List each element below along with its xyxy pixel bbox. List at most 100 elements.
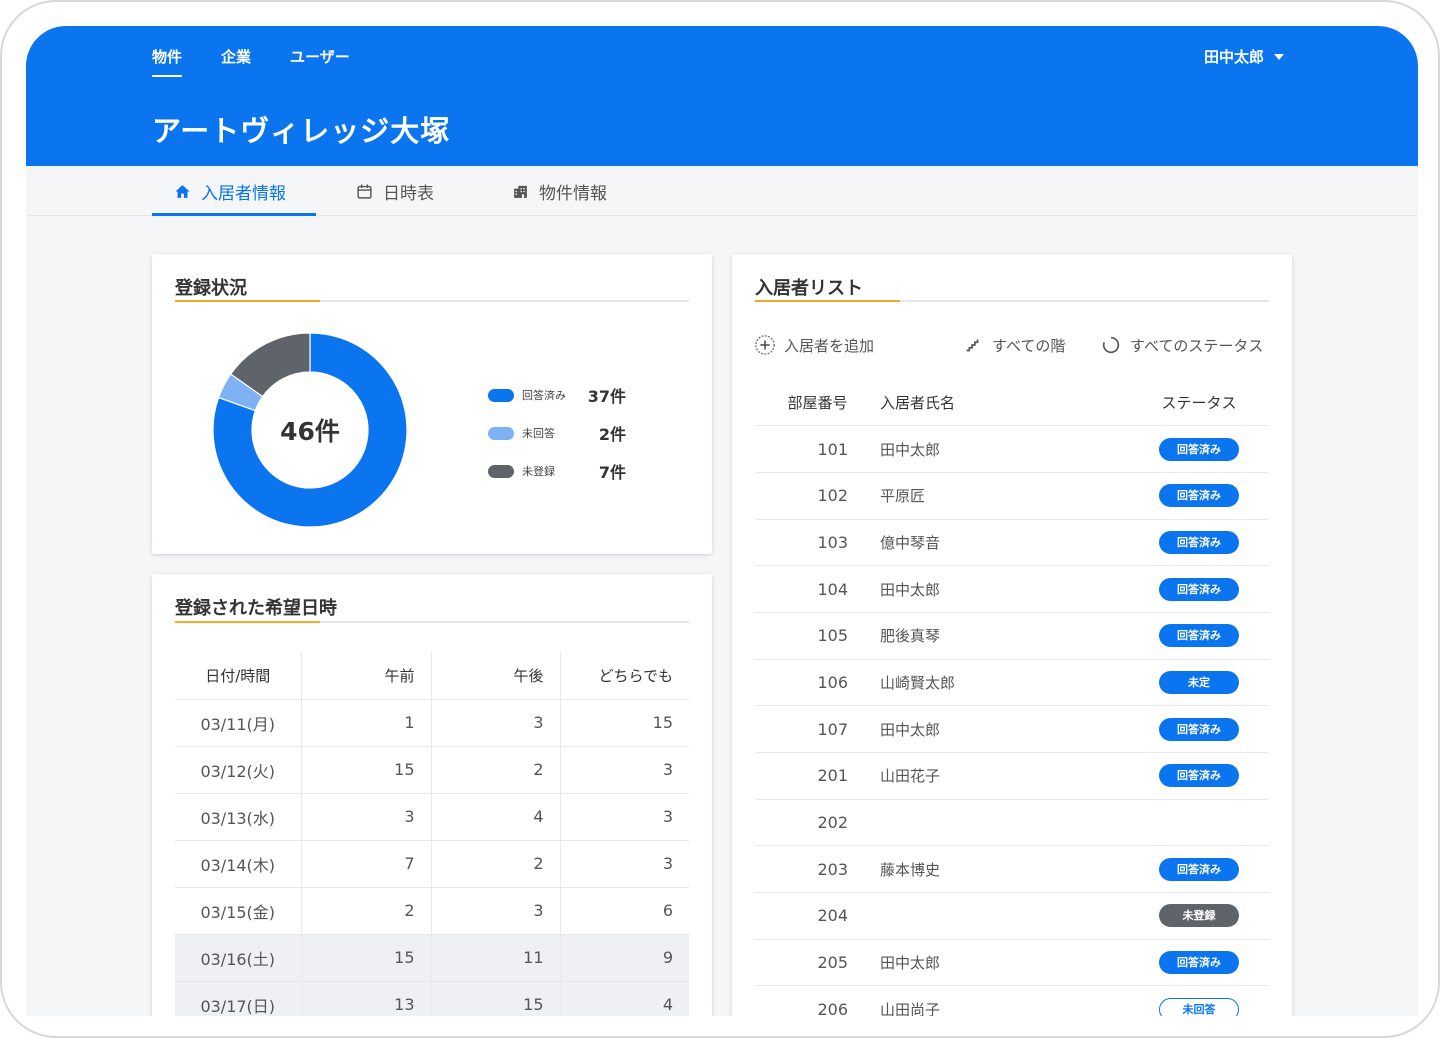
legend-row-answered: 回答済み 37件	[488, 383, 626, 407]
room-number: 204	[755, 892, 880, 940]
status-cell: 未回答	[1129, 985, 1269, 1016]
resident-name: 田中太郎	[880, 425, 1129, 473]
table-row[interactable]: 107 田中太郎 回答済み	[755, 705, 1269, 753]
card-title: 入居者リスト	[755, 278, 863, 299]
table-row[interactable]: 104 田中太郎 回答済み	[755, 565, 1269, 613]
floor-filter[interactable]: すべての階	[962, 334, 1065, 356]
table-row[interactable]: 205 田中太郎 回答済み	[755, 939, 1269, 987]
caret-down-icon	[1274, 53, 1285, 60]
count-cell: 3	[430, 887, 560, 935]
status-cell: 回答済み	[1129, 472, 1269, 520]
table-row: 03/11(月) 1 3 15	[175, 699, 689, 747]
legend-swatch	[488, 426, 514, 440]
status-badge: 回答済み	[1159, 577, 1239, 601]
legend-label: 未回答	[522, 427, 555, 440]
table-row[interactable]: 103 億中琴音 回答済み	[755, 519, 1269, 567]
count-cell: 1	[300, 699, 431, 747]
table-row[interactable]: 106 山崎賢太郎 未定	[755, 659, 1269, 707]
date-cell: 03/12(火)	[175, 746, 301, 794]
table-row[interactable]: 101 田中太郎 回答済み	[755, 425, 1269, 473]
status-cell: 回答済み	[1129, 939, 1269, 987]
count-cell: 11	[430, 934, 560, 982]
table-row: 03/13(水) 3 4 3	[175, 793, 689, 841]
nav-item-users[interactable]: ユーザー	[290, 46, 350, 77]
status-badge: 回答済み	[1159, 717, 1239, 741]
date-cell: 03/13(水)	[175, 793, 301, 841]
tab-bar: 入居者情報 日時表 物件情報	[26, 166, 1418, 216]
count-cell: 4	[430, 793, 560, 841]
status-filter-label: すべてのステータス	[1130, 336, 1264, 355]
status-badge: 回答済み	[1159, 764, 1239, 788]
status-cell: 回答済み	[1129, 752, 1269, 800]
status-cell: 回答済み	[1129, 845, 1269, 894]
column-header: 午前	[300, 652, 431, 700]
legend-swatch	[488, 388, 514, 402]
table-row[interactable]: 204 未登録	[755, 892, 1269, 940]
count-cell: 15	[559, 699, 689, 747]
top-nav: 物件 企業 ユーザー	[152, 46, 350, 77]
tab-residents[interactable]: 入居者情報	[152, 166, 316, 216]
building-icon	[514, 185, 527, 198]
room-number: 103	[755, 519, 880, 567]
count-cell: 2	[300, 887, 431, 935]
add-resident-button[interactable]: 入居者を追加	[754, 334, 874, 356]
legend-label: 回答済み	[522, 389, 566, 402]
legend-row-unanswered: 未回答 2件	[488, 421, 626, 445]
resident-name: 肥後真琴	[880, 612, 1129, 660]
tab-label: 日時表	[383, 183, 434, 204]
status-cell: 回答済み	[1129, 425, 1269, 473]
count-cell: 7	[300, 840, 431, 888]
count-cell: 6	[559, 887, 689, 935]
legend-value: 37件	[587, 387, 626, 406]
table-row[interactable]: 203 藤本博史 回答済み	[755, 845, 1269, 894]
room-number: 203	[755, 845, 880, 894]
status-badge: 未定	[1159, 670, 1239, 694]
schedule-table: 日付/時間 午前 午後 どちらでも 03/11(月) 1 3 15 03/12(火) 15…	[175, 652, 689, 1016]
status-filter[interactable]: すべてのステータス	[1100, 334, 1263, 356]
status-badge: 回答済み	[1159, 484, 1239, 508]
date-cell: 03/17(日)	[175, 981, 301, 1016]
count-cell: 3	[559, 840, 689, 888]
tab-schedule[interactable]: 日時表	[356, 166, 434, 216]
legend-label: 未登録	[522, 465, 555, 478]
table-row[interactable]: 105 肥後真琴 回答済み	[755, 612, 1269, 660]
table-row[interactable]: 206 山田尚子 未回答	[755, 985, 1269, 1016]
date-cell: 03/14(木)	[175, 840, 301, 888]
home-icon	[175, 184, 190, 198]
room-number: 206	[755, 985, 880, 1016]
status-badge: 回答済み	[1159, 437, 1239, 461]
nav-item-properties[interactable]: 物件	[152, 46, 183, 77]
user-menu[interactable]: 田中太郎	[1204, 46, 1285, 67]
table-row[interactable]: 202	[755, 799, 1269, 847]
resident-name	[880, 892, 1129, 940]
table-row[interactable]: 201 山田花子 回答済み	[755, 752, 1269, 800]
status-cell: 回答済み	[1129, 519, 1269, 567]
nav-item-companies[interactable]: 企業	[221, 46, 251, 77]
status-cell: 回答済み	[1129, 705, 1269, 753]
column-header: ステータス	[1129, 379, 1269, 427]
card-title: 登録された希望日時	[175, 598, 337, 619]
status-badge: 回答済み	[1159, 857, 1239, 881]
resident-name: 平原匠	[880, 472, 1129, 520]
count-cell: 15	[430, 981, 560, 1016]
column-header: 日付/時間	[175, 652, 301, 700]
page-title: アートヴィレッジ大塚	[152, 114, 451, 148]
status-badge: 未登録	[1159, 904, 1239, 928]
schedule-card: 登録された希望日時 日付/時間 午前 午後 どちらでも 03/11(月) 1 3 15…	[152, 574, 712, 1016]
count-cell: 2	[430, 840, 560, 888]
room-number: 101	[755, 425, 880, 473]
count-cell: 3	[430, 699, 560, 747]
status-cell	[1129, 799, 1269, 847]
tab-property-info[interactable]: 物件情報	[512, 166, 607, 216]
user-name: 田中太郎	[1204, 48, 1265, 66]
date-cell: 03/15(金)	[175, 887, 301, 935]
status-badge: 回答済み	[1159, 530, 1239, 554]
tab-label: 物件情報	[539, 183, 607, 204]
stairs-icon	[966, 339, 979, 352]
card-divider	[175, 300, 689, 302]
card-title: 登録状況	[175, 278, 247, 299]
legend-value: 2件	[598, 425, 626, 444]
calendar-icon	[357, 183, 372, 199]
count-cell: 3	[559, 793, 689, 841]
table-row[interactable]: 102 平原匠 回答済み	[755, 472, 1269, 520]
